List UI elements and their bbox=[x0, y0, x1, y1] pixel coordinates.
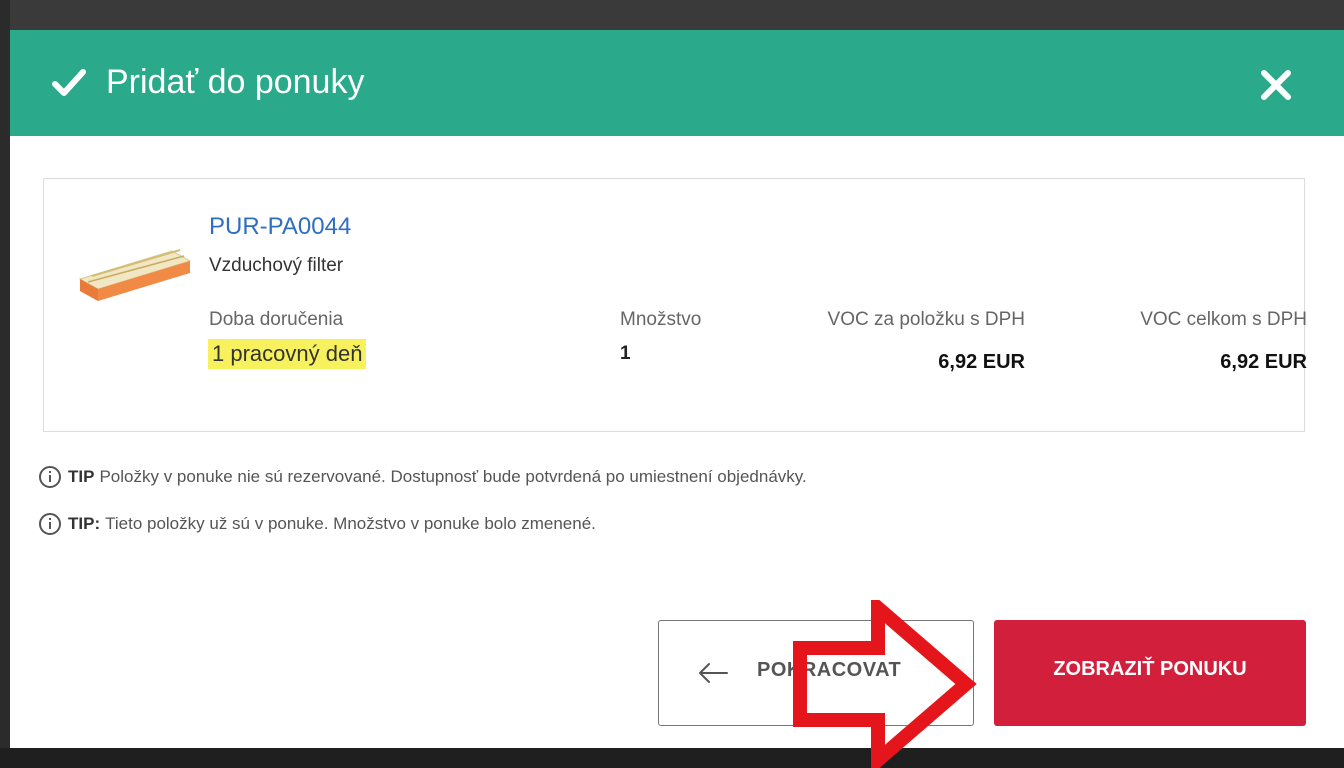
show-offer-button-label: ZOBRAZIŤ PONUKU bbox=[1053, 658, 1247, 680]
page-backdrop-bottom bbox=[0, 748, 1344, 768]
total-price-label: VOC celkom s DPH bbox=[1140, 309, 1307, 330]
unit-price-label: VOC za položku s DPH bbox=[827, 309, 1025, 330]
tip-reservation: TIP Položky v ponuke nie sú rezervované.… bbox=[38, 465, 807, 489]
tip-quantity-changed: TIP: Tieto položky už sú v ponuke. Množs… bbox=[38, 512, 596, 536]
product-name: Vzduchový filter bbox=[209, 255, 344, 276]
product-card: PUR-PA0044 Vzduchový filter Doba doručen… bbox=[43, 178, 1307, 432]
info-icon bbox=[39, 513, 61, 535]
quantity-value: 1 bbox=[620, 343, 631, 364]
tip-label: TIP bbox=[68, 467, 95, 486]
unit-price-value: 6,92 EUR bbox=[938, 351, 1025, 373]
quantity-label: Množstvo bbox=[620, 309, 702, 330]
show-offer-button[interactable]: ZOBRAZIŤ PONUKU bbox=[994, 620, 1306, 726]
delivery-label: Doba doručenia bbox=[209, 309, 344, 330]
total-price-value: 6,92 EUR bbox=[1220, 351, 1307, 373]
arrow-left-icon bbox=[699, 663, 728, 683]
air-filter-image bbox=[78, 249, 192, 301]
info-icon bbox=[39, 466, 61, 488]
page-backdrop bbox=[0, 0, 10, 768]
dialog-title: Pridať do ponuky bbox=[106, 63, 365, 101]
tip-label: TIP: bbox=[68, 514, 101, 533]
tip-text: Tieto položky už sú v ponuke. Množstvo v… bbox=[105, 514, 596, 533]
add-to-offer-dialog: Pridať do ponuky PUR-PA0044 Vzduchový fi… bbox=[10, 30, 1344, 748]
tip-text: Položky v ponuke nie sú rezervované. Dos… bbox=[99, 467, 807, 486]
close-icon[interactable] bbox=[1254, 63, 1298, 107]
delivery-value: 1 pracovný deň bbox=[208, 339, 367, 369]
product-code-link[interactable]: PUR-PA0044 bbox=[209, 213, 351, 241]
check-icon bbox=[52, 69, 86, 96]
dialog-header: Pridať do ponuky bbox=[10, 30, 1344, 136]
annotation-arrow-icon bbox=[793, 600, 977, 768]
